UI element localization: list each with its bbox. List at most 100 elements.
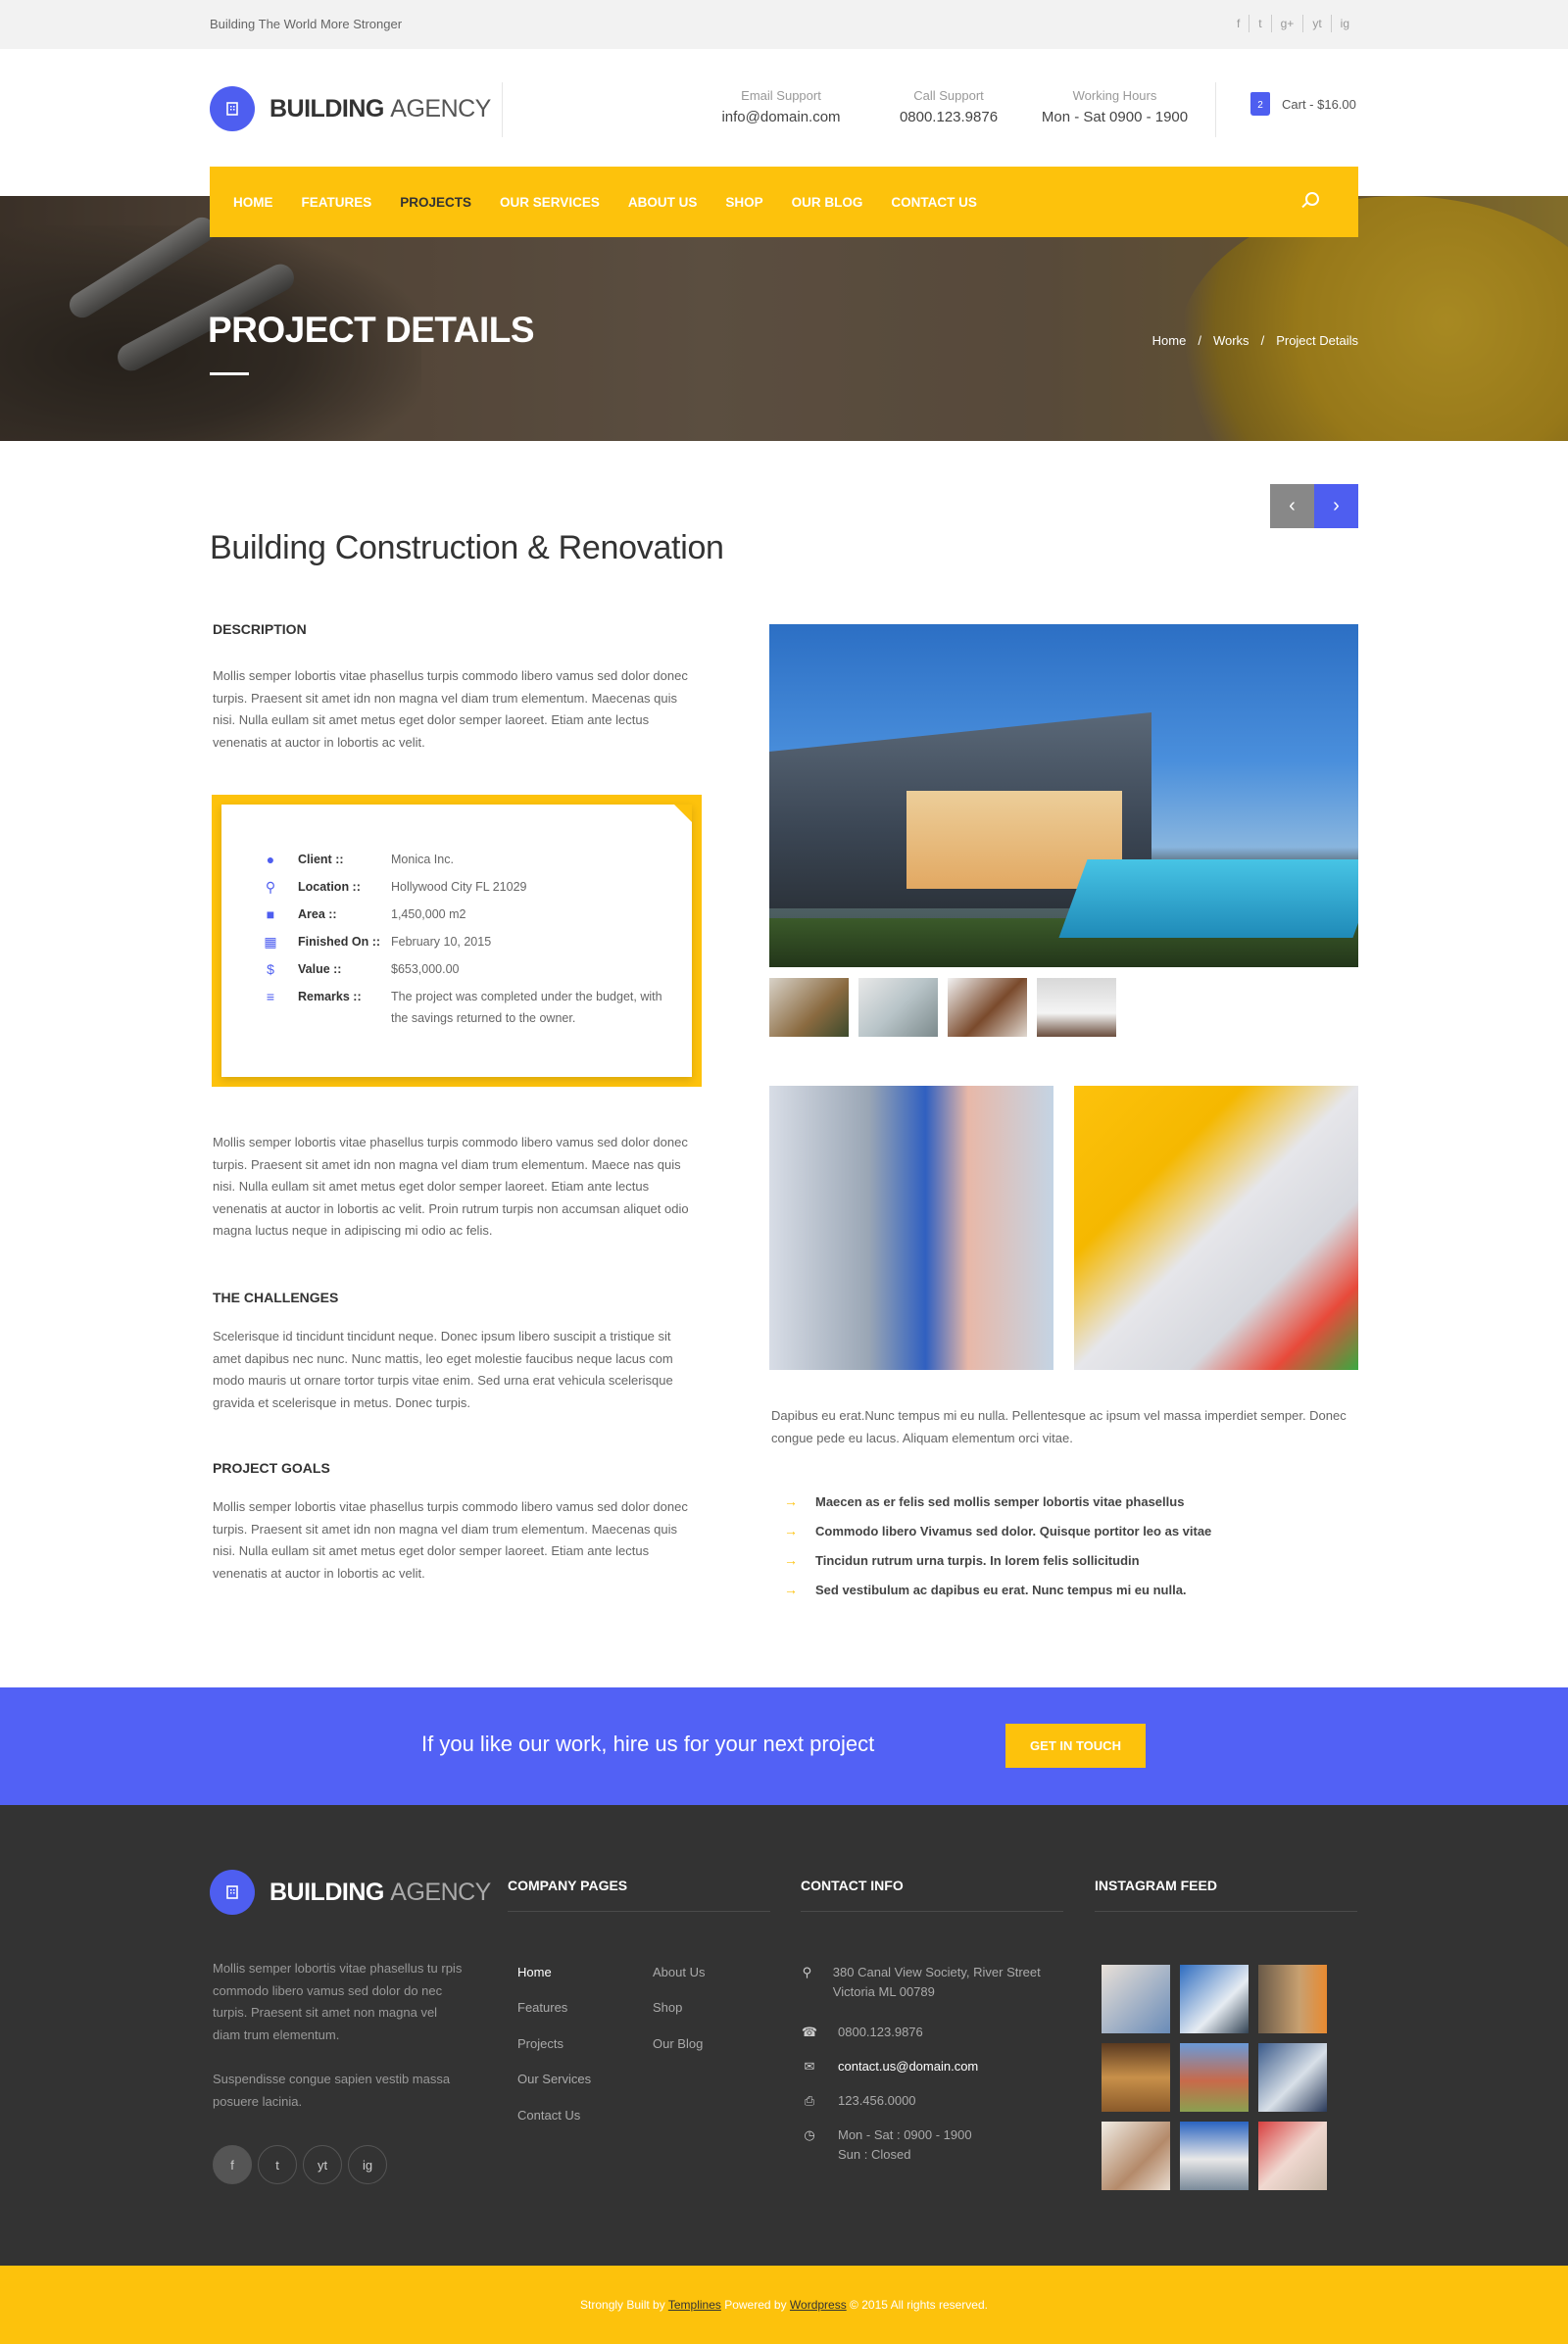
project-info-card: ● Client :: Monica Inc. ⚲ Location :: Holl… [221,805,692,1077]
footer-logo[interactable]: BUILDING AGENCY [210,1870,491,1915]
nav-home[interactable]: HOME [233,195,273,210]
site-logo[interactable]: BUILDING AGENCY [210,86,491,131]
footer-email[interactable]: ✉ contact.us@domain.com [801,2057,979,2076]
list-item: → Sed vestibulum ac dapibus eu erat. Nunc… [784,1582,1187,1597]
location-icon: ⚲ [265,879,276,895]
header-divider [502,82,503,137]
architect-image[interactable] [769,1086,1054,1370]
thumbnail-2[interactable] [858,978,938,1037]
instagram-photo[interactable] [1102,2122,1170,2190]
thumbnail-4[interactable] [1037,978,1116,1037]
youtube-icon[interactable]: yt [303,2145,342,2184]
info-finished: ▦ Finished On :: February 10, 2015 [264,934,492,950]
breadcrumb-current: Project Details [1276,333,1358,348]
footer-link-projects[interactable]: Projects [517,2036,564,2051]
prev-project-button[interactable]: ‹ [1270,484,1314,528]
search-icon[interactable] [1305,192,1319,206]
google-plus-icon[interactable]: g+ [1272,15,1304,32]
list-item: → Maecen as er felis sed mollis semper lo… [784,1493,1185,1509]
twitter-icon[interactable]: t [1250,15,1272,32]
copyright-bar: Strongly Built by Templines Powered by W… [0,2266,1568,2344]
footer-link-features[interactable]: Features [517,2000,567,2015]
brand-name: BUILDING AGENCY [270,1878,491,1906]
info-value: $ Value :: $653,000.00 [263,958,675,980]
footer: BUILDING AGENCY Mollis semper lobortis v… [0,1805,1568,2266]
twitter-icon[interactable]: t [258,2145,297,2184]
area-icon: ■ [266,906,275,922]
nav-contact-us[interactable]: CONTACT US [891,195,977,210]
thumbnail-1[interactable] [769,978,849,1037]
nav-features[interactable]: FEATURES [302,195,372,210]
next-project-button[interactable]: › [1314,484,1358,528]
breadcrumb: Home / Works / Project Details [1152,333,1358,348]
project-text: Mollis semper lobortis vitae phasellus t… [213,1135,689,1238]
tagline: Building The World More Stronger [210,17,403,31]
info-location: ⚲ Location :: Hollywood City FL 21029 [263,876,675,898]
footer-link-shop[interactable]: Shop [653,2000,682,2015]
cart-button[interactable]: 2 Cart - $16.00 [1250,92,1356,116]
copyright-text: Powered by [720,2298,790,2312]
arrow-icon: → [784,1523,798,1538]
footer-link-about-us[interactable]: About Us [653,1965,705,1979]
footer-hours: ◷ Mon - Sat : 0900 - 1900 Sun : Closed [801,2125,971,2165]
nav-our-blog[interactable]: OUR BLOG [792,195,863,210]
call-support: Call Support 0800.123.9876 [899,88,999,125]
main-nav: HOME FEATURES PROJECTS OUR SERVICES ABOU… [210,167,1358,237]
fax-icon: ⎙ [804,2093,815,2108]
blueprint-image[interactable] [1074,1086,1358,1370]
nav-about-us[interactable]: ABOUT US [628,195,698,210]
instagram-icon[interactable]: ig [1332,15,1358,32]
list-item: → Tincidun rutrum urna turpis. In lorem f… [784,1552,1140,1568]
facebook-icon[interactable]: f [213,2145,252,2184]
footer-fax: ⎙ 123.456.0000 [801,2091,916,2111]
breadcrumb-home[interactable]: Home [1152,333,1187,348]
instagram-photo[interactable] [1180,1965,1249,2033]
working-hours: Working Hours Mon - Sat 0900 - 1900 [1041,88,1189,125]
info-area: ■ Area :: 1,450,000 m2 [263,903,675,925]
instagram-grid [1102,1965,1327,2190]
instagram-photo[interactable] [1180,2122,1249,2190]
footer-link-our-blog[interactable]: Our Blog [653,2036,703,2051]
instagram-photo[interactable] [1102,2043,1170,2112]
instagram-photo[interactable] [1258,1965,1327,2033]
project-pager: ‹ › [1270,484,1358,528]
footer-link-our-services[interactable]: Our Services [517,2072,591,2086]
info-client: ● Client :: Monica Inc. [263,849,675,870]
instagram-photo[interactable] [1180,2043,1249,2112]
wordpress-link[interactable]: Wordpress [790,2298,847,2312]
instagram-photo[interactable] [1258,2043,1327,2112]
instagram-heading: INSTAGRAM FEED [1095,1878,1357,1912]
footer-link-contact-us[interactable]: Contact Us [517,2108,580,2123]
thumbnail-3[interactable] [948,978,1027,1037]
cart-icon: 2 [1250,92,1270,116]
info-remarks: ≡ Remarks :: The project was completed un… [263,986,675,1029]
contact-info-heading: CONTACT INFO [801,1878,1063,1912]
user-icon: ● [266,852,275,867]
nav-projects[interactable]: PROJECTS [400,195,471,210]
project-info-box: ● Client :: Monica Inc. ⚲ Location :: Holl… [212,795,702,1087]
feature-list: → Maecen as er felis sed mollis semper lo… [784,1487,1211,1604]
instagram-photo[interactable] [1102,1965,1170,2033]
get-in-touch-button[interactable]: GET IN TOUCH [1005,1724,1146,1768]
note-icon: ≡ [266,989,275,1004]
title-underline [210,372,249,375]
footer-about-2: Suspendisse congue sapien vestib massa p… [213,2072,451,2109]
building-icon [210,1870,255,1915]
right-text: Dapibus eu erat.Nunc tempus mi eu nulla.… [771,1408,1347,1445]
dollar-icon: $ [267,961,274,977]
instagram-photo[interactable] [1258,2122,1327,2190]
copyright-text: © 2015 All rights reserved. [846,2298,988,2312]
instagram-icon[interactable]: ig [348,2145,387,2184]
footer-link-home[interactable]: Home [517,1965,552,1979]
templines-link[interactable]: Templines [668,2298,721,2312]
calendar-icon: ▦ [264,934,277,950]
facebook-icon[interactable]: f [1228,15,1250,32]
company-pages-heading: COMPANY PAGES [508,1878,770,1912]
nav-shop[interactable]: SHOP [725,195,762,210]
breadcrumb-works[interactable]: Works [1213,333,1250,348]
nav-our-services[interactable]: OUR SERVICES [500,195,600,210]
project-main-image[interactable] [769,624,1358,967]
youtube-icon[interactable]: yt [1303,15,1332,32]
footer-about: Mollis semper lobortis vitae phasellus t… [213,1961,463,2042]
footer-address: ⚲ 380 Canal View Society, River Street Vi… [801,1963,1055,2002]
